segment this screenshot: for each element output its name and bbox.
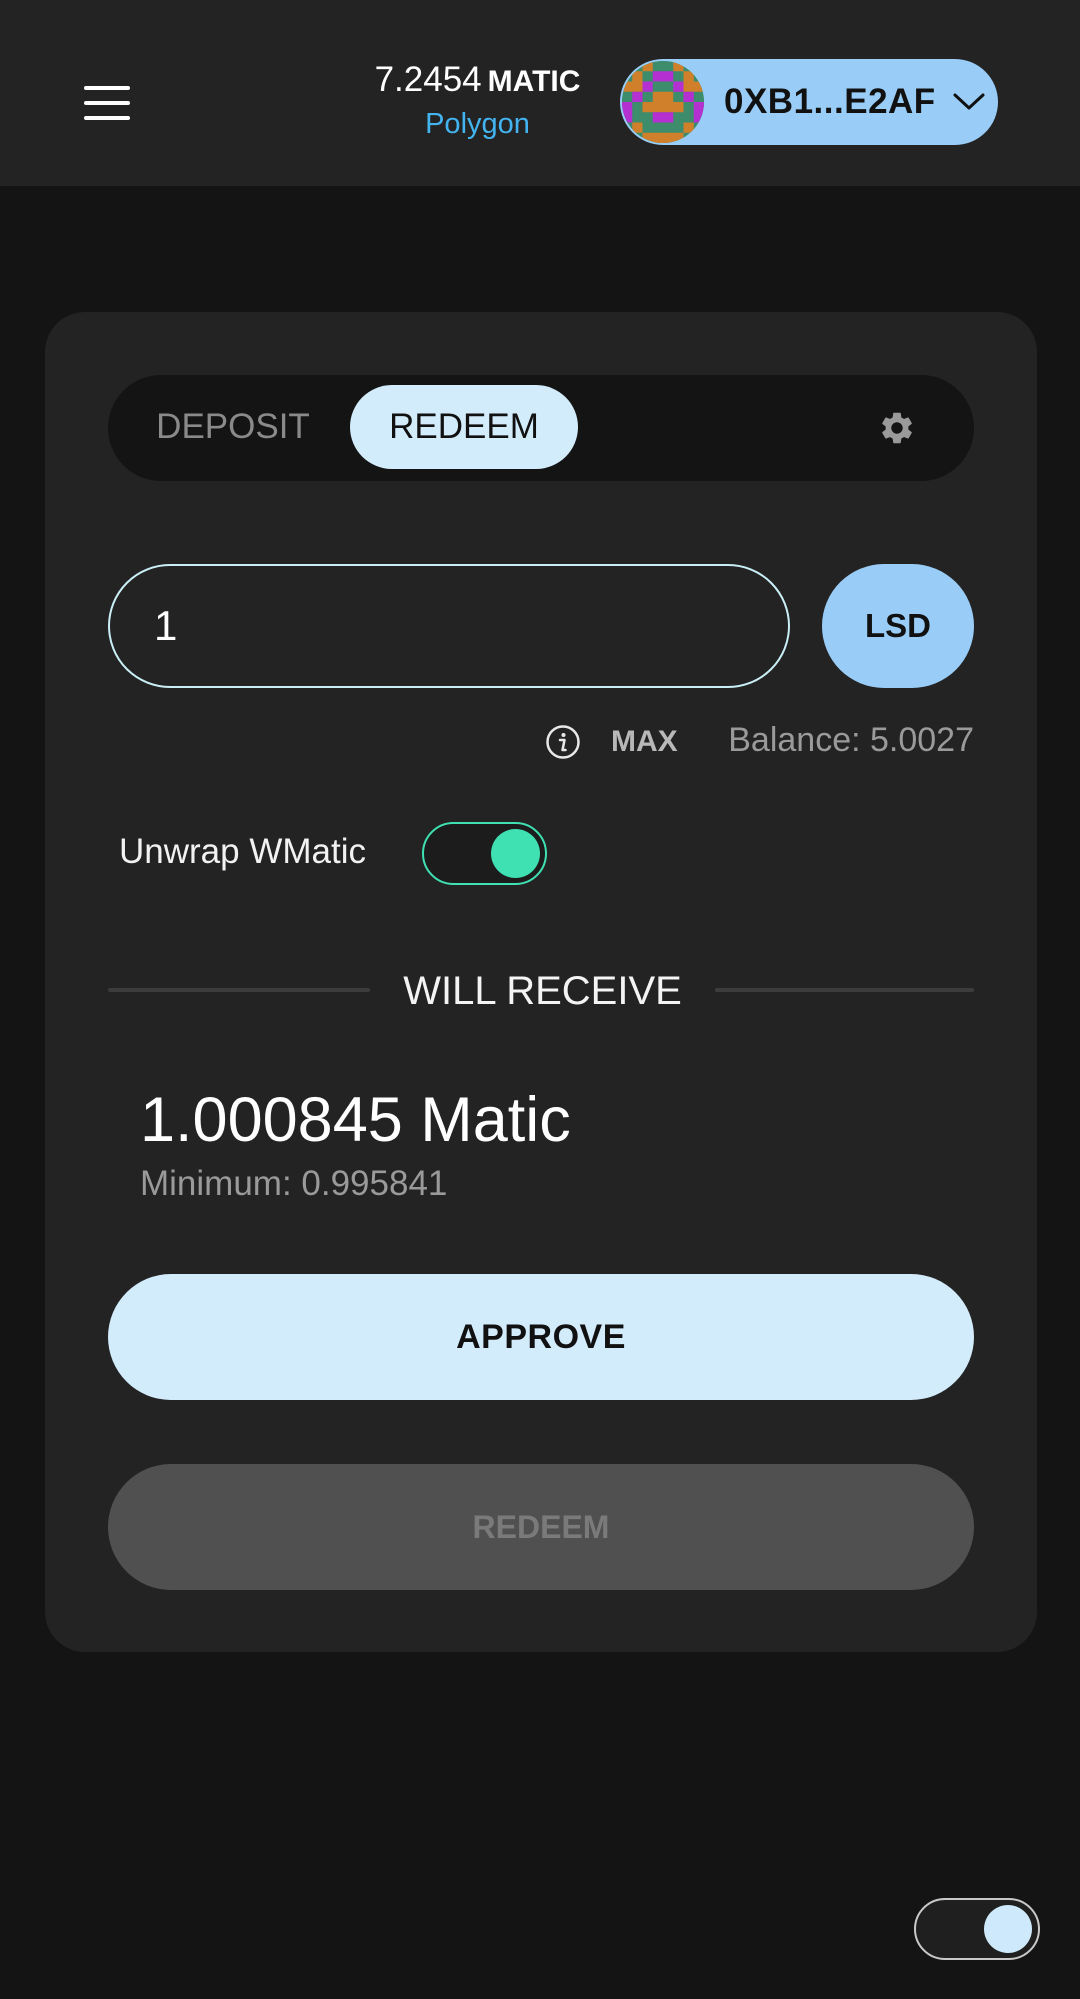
approve-button[interactable]: APPROVE — [108, 1274, 974, 1400]
hamburger-menu-icon[interactable] — [84, 86, 130, 120]
balance-line: 7.2454 MATIC — [340, 58, 615, 104]
info-icon[interactable] — [545, 724, 581, 760]
unwrap-label: Unwrap WMatic — [119, 832, 366, 871]
token-select-button[interactable]: LSD — [822, 564, 974, 688]
max-button[interactable]: MAX — [611, 722, 678, 762]
minimum-receive: Minimum: 0.995841 — [140, 1164, 448, 1203]
chevron-down-icon — [953, 93, 985, 110]
will-receive-heading: WILL RECEIVE — [403, 969, 682, 1013]
wallet-address: 0XB1...E2AF — [724, 82, 936, 121]
unwrap-toggle[interactable] — [422, 822, 547, 885]
redeem-card: DEPOSIT REDEEM LSD MAX Balance: 5.0027 U… — [45, 312, 1037, 1652]
balance-amount: 7.2454 — [374, 60, 482, 99]
toggle-knob — [491, 829, 540, 878]
mode-tabs: DEPOSIT REDEEM — [108, 375, 974, 481]
avatar — [622, 61, 704, 143]
divider-right — [715, 988, 974, 992]
token-balance: Balance: 5.0027 — [728, 721, 974, 759]
gear-icon[interactable] — [878, 409, 916, 447]
wallet-balance: 7.2454 MATIC Polygon — [340, 58, 615, 142]
balance-unit: MATIC — [487, 65, 581, 98]
receive-amount: 1.000845 Matic — [140, 1085, 571, 1155]
identicon — [622, 61, 704, 143]
tab-deposit[interactable]: DEPOSIT — [148, 385, 318, 469]
amount-input[interactable] — [108, 564, 790, 688]
wallet-button[interactable]: 0XB1...E2AF — [620, 59, 998, 145]
top-bar: 7.2454 MATIC Polygon 0XB1...E2AF — [0, 0, 1080, 186]
redeem-button[interactable]: REDEEM — [108, 1464, 974, 1590]
theme-toggle[interactable] — [914, 1898, 1040, 1960]
tab-redeem[interactable]: REDEEM — [350, 385, 578, 469]
network-name: Polygon — [425, 108, 530, 140]
divider-left — [108, 988, 370, 992]
theme-toggle-knob — [984, 1905, 1032, 1953]
